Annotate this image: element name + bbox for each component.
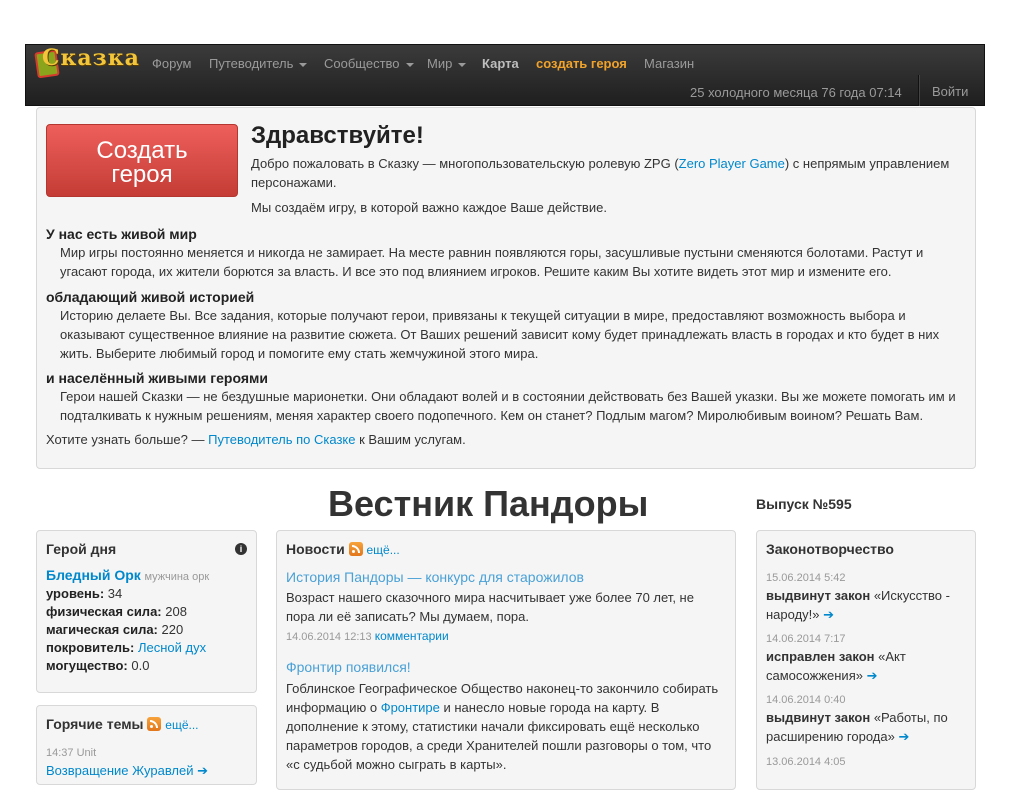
arrow-right-icon[interactable]: ➔ xyxy=(823,607,834,622)
top-navbar: Сказка Форум Путеводитель Сообщество Мир… xyxy=(25,44,985,106)
chevron-down-icon xyxy=(299,62,308,67)
section-heading-history: обладающий живой историей xyxy=(46,289,255,305)
welcome-intro: Добро пожаловать в Сказку — многопользов… xyxy=(251,154,963,192)
chevron-down-icon xyxy=(405,62,414,67)
hero-magic-line: магическая сила: 220 xyxy=(46,621,183,639)
news-more-link[interactable]: ещё... xyxy=(366,543,399,557)
news-comments-link[interactable]: комментарии xyxy=(375,629,449,643)
hero-magic-label: магическая сила: xyxy=(46,622,158,637)
hero-might-line: могущество: 0.0 xyxy=(46,657,149,675)
nav-guide-label: Путеводитель xyxy=(209,56,294,71)
news-title: Новости xyxy=(286,541,345,557)
law-date: 14.06.2014 0:40 xyxy=(766,694,846,706)
hero-might: 0.0 xyxy=(131,658,150,673)
laws-panel: Законотворчество 15.06.2014 5:42 выдвину… xyxy=(756,530,976,790)
news-item-text: Возраст нашего сказочного мира насчитыва… xyxy=(286,590,694,624)
login-link[interactable]: Войти xyxy=(932,83,968,101)
news-panel: Новости ещё... История Пандоры — конкурс… xyxy=(276,530,736,790)
law-entry: выдвинут закон «Искусство - народу!» ➔ xyxy=(766,586,962,624)
news-item-date: 14.06.2014 12:13 xyxy=(286,631,372,643)
law-action: выдвинут закон xyxy=(766,710,871,725)
law-action: исправлен закон xyxy=(766,649,875,664)
nav-forum[interactable]: Форум xyxy=(152,55,192,73)
nav-shop[interactable]: Магазин xyxy=(644,55,694,73)
section-text-heroes: Герои нашей Сказки — не бездушные марион… xyxy=(60,389,956,423)
learn-more-line: Хотите узнать больше? — Путеводитель по … xyxy=(46,431,466,449)
hot-topics-panel: Горячие темы ещё... 14:37 Unit Возвращен… xyxy=(36,705,257,785)
rss-icon[interactable] xyxy=(147,717,162,731)
arrow-right-icon[interactable]: ➔ xyxy=(867,668,878,683)
nav-guide[interactable]: Путеводитель xyxy=(209,55,308,73)
hero-of-day-panel: Герой дня i Бледный Орк мужчина орк уров… xyxy=(36,530,257,693)
hero-of-day-name-line: Бледный Орк мужчина орк xyxy=(46,566,209,586)
rss-icon[interactable] xyxy=(348,542,363,556)
hero-level-label: уровень: xyxy=(46,586,105,601)
hero-name-link[interactable]: Бледный Орк xyxy=(46,567,141,583)
section-text-history: Историю делаете Вы. Все задания, которые… xyxy=(60,308,940,361)
section-text-world: Мир игры постоянно меняется и никогда не… xyxy=(60,245,924,279)
news-item-title[interactable]: Фронтир появился! xyxy=(286,658,411,676)
nav-world-label: Мир xyxy=(427,56,453,71)
hot-topics-title: Горячие темы xyxy=(46,716,144,732)
section-heading-heroes: и населённый живыми героями xyxy=(46,370,268,386)
create-hero-button[interactable]: Создать героя xyxy=(46,124,238,197)
hot-topics-header: Горячие темы ещё... xyxy=(46,715,199,734)
law-date: 13.06.2014 4:05 xyxy=(766,756,846,768)
hero-patron-label: покровитель: xyxy=(46,640,135,655)
guide-link[interactable]: Путеводитель по Сказке xyxy=(208,432,355,447)
news-item-title[interactable]: История Пандоры — конкурс для старожилов xyxy=(286,568,584,586)
hero-level: 34 xyxy=(107,586,123,601)
game-date: 25 холодного месяца 76 года 07:14 xyxy=(690,85,902,100)
intro-text-before: Добро пожаловать в Сказку — многопользов… xyxy=(251,156,679,171)
issue-number: Выпуск №595 xyxy=(756,496,852,512)
arrow-right-icon[interactable]: ➔ xyxy=(197,763,208,778)
info-icon[interactable]: i xyxy=(235,543,247,555)
laws-title: Законотворчество xyxy=(766,541,894,557)
frontier-link[interactable]: Фронтире xyxy=(381,700,440,715)
hero-level-line: уровень: 34 xyxy=(46,585,122,603)
hero-phys: 208 xyxy=(165,604,187,619)
welcome-panel: Создать героя Здравствуйте! Добро пожало… xyxy=(36,107,976,469)
news-item-meta: 14.06.2014 12:13 комментарии xyxy=(286,627,449,646)
hot-topic-line: Возвращение Журавлей ➔ xyxy=(46,762,208,780)
hero-phys-line: физическая сила: 208 xyxy=(46,603,187,621)
learn-more-after: к Вашим услугам. xyxy=(355,432,466,447)
logo-text: Сказка xyxy=(42,45,140,71)
arrow-right-icon[interactable]: ➔ xyxy=(898,729,909,744)
hero-magic: 220 xyxy=(161,622,184,637)
hero-phys-label: физическая сила: xyxy=(46,604,162,619)
learn-more-before: Хотите узнать больше? — xyxy=(46,432,209,447)
hot-topics-more-link[interactable]: ещё... xyxy=(165,718,198,732)
law-entry: выдвинут закон «Работы, по расширению го… xyxy=(766,708,962,746)
create-hero-button-line1: Создать xyxy=(96,137,188,164)
site-logo[interactable]: Сказка xyxy=(34,47,139,79)
nav-divider xyxy=(918,75,920,106)
law-action: выдвинут закон xyxy=(766,588,871,603)
welcome-intro-2: Мы создаём игру, в которой важно каждое … xyxy=(251,200,607,215)
hero-might-label: могущество: xyxy=(46,658,128,673)
hero-patron-line: покровитель: Лесной дух xyxy=(46,639,206,657)
hot-topic-meta: 14:37 Unit xyxy=(46,747,97,759)
hot-topic-link[interactable]: Возвращение Журавлей xyxy=(46,763,194,778)
section-heading-world: У нас есть живой мир xyxy=(46,226,197,242)
nav-world[interactable]: Мир xyxy=(427,55,467,73)
hero-desc: мужчина орк xyxy=(144,571,210,583)
nav-community-label: Сообщество xyxy=(324,56,400,71)
create-hero-button-line2: героя xyxy=(111,161,173,188)
news-header: Новости ещё... xyxy=(286,540,400,559)
nav-map[interactable]: Карта xyxy=(482,55,519,73)
welcome-title: Здравствуйте! xyxy=(251,122,424,149)
law-date: 15.06.2014 5:42 xyxy=(766,572,846,584)
hero-patron-link[interactable]: Лесной дух xyxy=(138,640,206,655)
law-entry: исправлен закон «Акт самосожжения» ➔ xyxy=(766,647,962,685)
chevron-down-icon xyxy=(458,62,467,67)
hero-of-day-title: Герой дня xyxy=(46,541,117,557)
vestnik-title: Вестник Пандоры xyxy=(328,483,649,524)
zpg-link[interactable]: Zero Player Game xyxy=(679,156,785,171)
news-item-text: Гоблинское Географическое Общество након… xyxy=(286,679,722,774)
nav-create-hero[interactable]: создать героя xyxy=(536,55,627,73)
nav-community[interactable]: Сообщество xyxy=(324,55,414,73)
law-date: 14.06.2014 7:17 xyxy=(766,633,846,645)
